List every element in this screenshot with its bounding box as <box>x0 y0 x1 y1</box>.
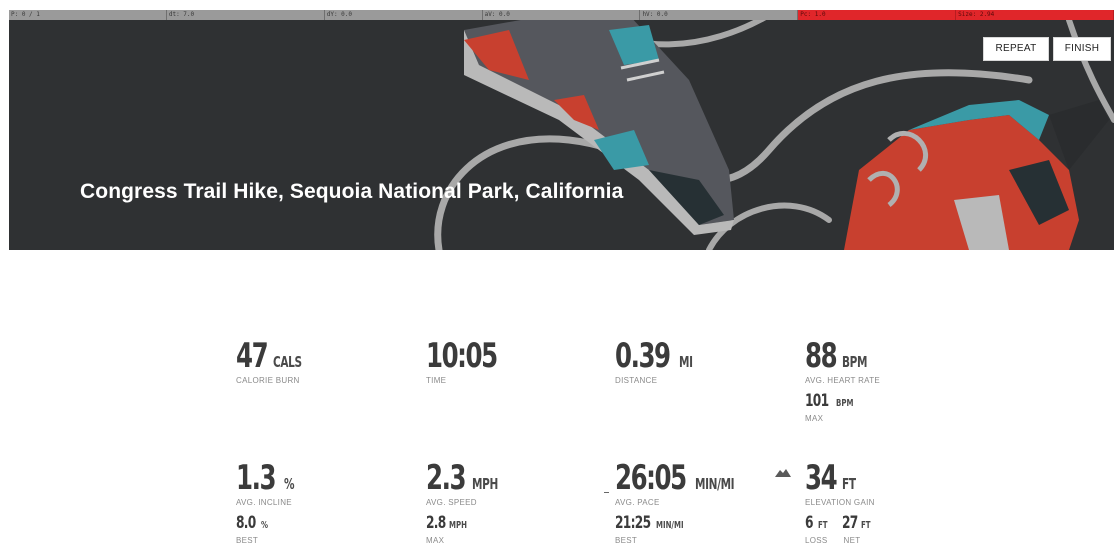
heart-rate-max-unit: BPM <box>835 398 853 409</box>
elevation-net-unit: FT <box>861 520 871 531</box>
calories-unit: CALS <box>273 353 303 371</box>
distance-unit: MI <box>678 353 693 371</box>
incline-best-unit: % <box>261 520 269 531</box>
calories-label: CALORIE BURN <box>236 376 300 385</box>
time-label: TIME <box>426 376 447 385</box>
workout-title: Congress Trail Hike, Sequoia National Pa… <box>80 180 624 203</box>
pace-value: 26:05 <box>615 458 687 498</box>
hero-banner: Congress Trail Hike, Sequoia National Pa… <box>9 20 1114 250</box>
pace-best-label: BEST <box>615 536 638 545</box>
status-cell: aV: 0.0 <box>483 10 641 20</box>
speed-unit: MPH <box>472 475 499 493</box>
incline-label: AVG. INCLINE <box>236 498 292 507</box>
elevation-unit: FT <box>842 475 856 493</box>
elevation-loss-label: LOSS <box>805 536 828 545</box>
incline-best-value: 8.0 <box>236 513 256 533</box>
incline-best-label: BEST <box>236 536 259 545</box>
elevation-net-label: NET <box>843 536 861 545</box>
distance-label: DISTANCE <box>615 376 658 385</box>
speed-label: AVG. SPEED <box>426 498 477 507</box>
stat-speed: 2.3 MPH AVG. SPEED 2.8 MPH MAX <box>426 458 509 545</box>
time-value: 10:05 <box>426 336 498 376</box>
status-cell: P: 0 / 1 <box>9 10 167 20</box>
status-cell: dt: 7.0 <box>167 10 325 20</box>
pace-best-value: 21:25 <box>615 513 651 533</box>
heart-rate-max-label: MAX <box>805 414 824 423</box>
repeat-button[interactable]: REPEAT <box>983 37 1049 61</box>
workout-summary-page: P: 0 / 1 dt: 7.0 dY: 0.0 aV: 0.0 hV: 0.0… <box>0 0 1114 560</box>
distance-value: 0.39 <box>615 336 671 376</box>
status-cell: hV: 0.0 <box>640 10 799 20</box>
elevation-label: ELEVATION GAIN <box>805 498 875 507</box>
heart-rate-unit: BPM <box>842 353 868 371</box>
status-cell-alert: Pc: 1.0 <box>798 10 957 20</box>
speed-value: 2.3 <box>426 458 466 498</box>
finish-button[interactable]: FINISH <box>1053 37 1111 61</box>
heart-rate-value: 88 <box>805 336 838 376</box>
stat-incline: 1.3 % AVG. INCLINE 8.0 % BEST <box>236 458 299 545</box>
heart-rate-label: AVG. HEART RATE <box>805 376 881 385</box>
elevation-loss-unit: FT <box>817 520 828 531</box>
speed-max-value: 2.8 <box>426 513 446 533</box>
incline-value: 1.3 <box>236 458 276 498</box>
sneaker-illustration <box>434 20 1114 250</box>
elevation-loss-value: 6 <box>805 513 814 533</box>
stat-calories: 47 CALS CALORIE BURN <box>236 336 314 385</box>
speed-max-label: MAX <box>426 536 445 545</box>
status-strip: P: 0 / 1 dt: 7.0 dY: 0.0 aV: 0.0 hV: 0.0… <box>9 10 1114 20</box>
pace-best-unit: MIN/MI <box>656 520 684 531</box>
stat-distance: 0.39 MI DISTANCE <box>615 336 698 385</box>
status-cell-alert: Size: 2.94 <box>956 10 1114 20</box>
stat-pace: 26:05 MIN/MI AVG. PACE 21:25 MIN/MI BEST <box>615 458 751 545</box>
pace-unit: MIN/MI <box>695 475 735 493</box>
incline-unit: % <box>284 475 295 493</box>
calories-value: 47 <box>236 336 269 376</box>
heart-rate-max-value: 101 <box>805 391 829 411</box>
mountain-icon <box>775 469 791 477</box>
pace-dash-mark <box>604 492 609 493</box>
elevation-net-value: 27 <box>841 513 858 533</box>
stat-heart-rate: 88 BPM AVG. HEART RATE 101 BPM MAX <box>805 336 880 423</box>
elevation-value: 34 <box>805 458 838 498</box>
pace-label: AVG. PACE <box>615 498 660 507</box>
stat-elevation: 34 FT ELEVATION GAIN 6 FT 27 FT LOSS NET <box>805 458 875 545</box>
speed-max-unit: MPH <box>449 520 468 531</box>
status-cell: dY: 0.0 <box>325 10 483 20</box>
stat-time: 10:05 TIME <box>426 336 524 385</box>
